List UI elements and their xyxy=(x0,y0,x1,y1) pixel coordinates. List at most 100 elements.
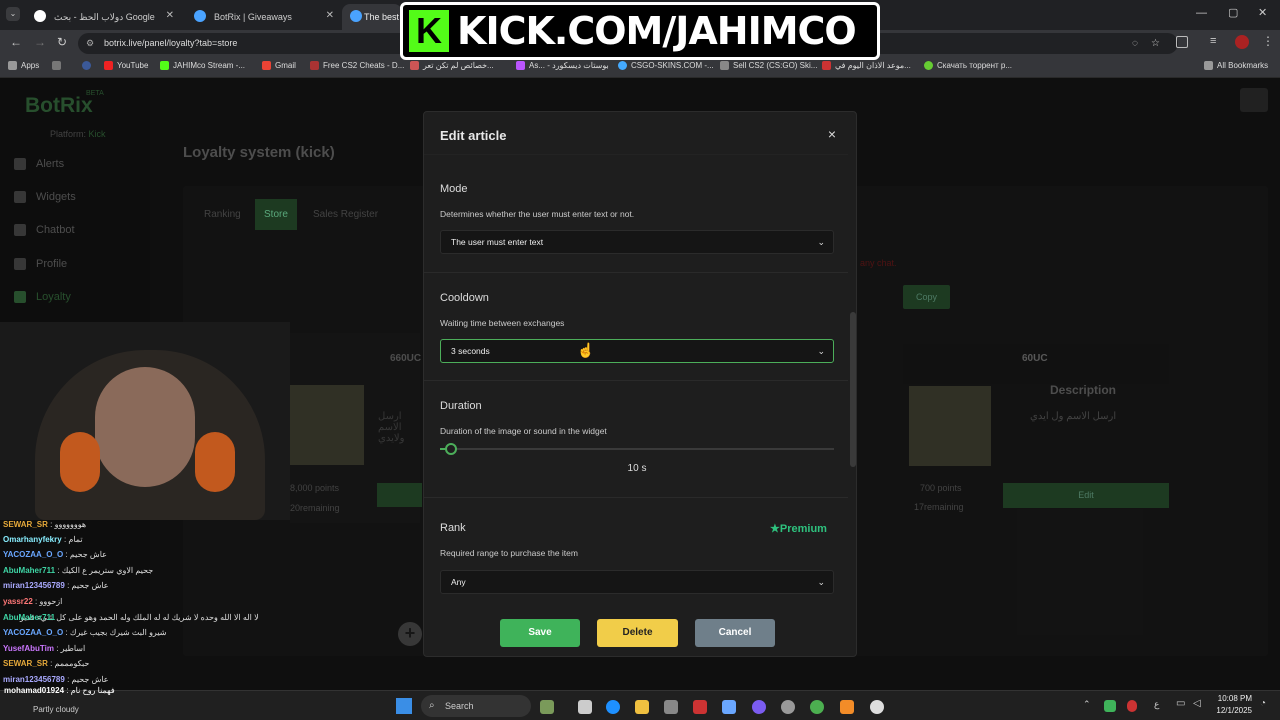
rank-select[interactable]: Any ⌄ xyxy=(440,570,834,594)
edge-icon[interactable] xyxy=(606,700,620,714)
chat-text: : اساطير xyxy=(56,644,86,653)
bookmark-cs2[interactable]: Free CS2 Cheats - D... xyxy=(310,61,404,70)
bookmark-torrent[interactable]: Скачать торрент p... xyxy=(924,61,1012,70)
torrent-icon xyxy=(924,61,933,70)
tab-title: دولاب الحظ - بحث Google xyxy=(54,11,155,22)
google-icon xyxy=(34,10,46,22)
bookmark-star-icon[interactable]: ☆ xyxy=(1151,33,1160,54)
volume-icon[interactable]: ◁ xyxy=(1193,698,1201,709)
forward-icon[interactable]: → xyxy=(34,35,46,49)
close-icon[interactable]: ✕ xyxy=(166,10,174,21)
bookmark-label: CSGO-SKINS.COM -... xyxy=(631,61,714,70)
settings-icon[interactable] xyxy=(870,700,884,714)
window-close-icon[interactable]: ✕ xyxy=(1258,6,1267,19)
chat-user: Omarhanyfekry xyxy=(3,535,62,544)
cooldown-select[interactable]: 3 seconds ⌄ xyxy=(440,339,834,363)
maximize-icon[interactable]: ▢ xyxy=(1228,6,1238,19)
app-icon[interactable] xyxy=(781,700,795,714)
chat-user: miran123456789 xyxy=(3,581,65,590)
chat-user: YusefAbuTim xyxy=(3,644,54,653)
chrome-icon[interactable] xyxy=(810,700,824,714)
modal-title: Edit article xyxy=(440,128,507,143)
chat-message: mohamad01924 : فهمنا روح نام xyxy=(4,686,115,695)
browser-tab-botrix-giveaways[interactable]: BotRix | Giveaways ✕ xyxy=(184,4,344,30)
close-icon[interactable]: ✕ xyxy=(326,10,334,21)
globe-icon xyxy=(618,61,627,70)
streamer-face xyxy=(95,367,195,487)
tab-list-icon[interactable]: ⌄ xyxy=(6,7,20,21)
taskbar-search[interactable]: ⌕ Search xyxy=(421,695,531,717)
close-icon[interactable]: × xyxy=(828,126,836,142)
chat-message: miran123456789 : عاش جحيم xyxy=(3,675,109,684)
language-indicator[interactable]: ع xyxy=(1154,699,1159,710)
notification-icon[interactable]: ◔ xyxy=(1260,698,1266,709)
back-icon[interactable]: ← xyxy=(10,35,22,49)
bookmark-jahimco[interactable]: JAHIMco Stream -... xyxy=(160,61,245,70)
reload-icon[interactable]: ↻ xyxy=(57,35,67,49)
bookmark-prayer[interactable]: موعد الاذان اليوم في... xyxy=(822,61,911,70)
mode-select[interactable]: The user must enter text ⌄ xyxy=(440,230,834,254)
chat-message: YusefAbuTim : اساطير xyxy=(3,644,85,653)
modal-scrollbar-thumb[interactable] xyxy=(850,312,856,467)
search-icon: ⌕ xyxy=(429,700,435,711)
bookmark-sell-cs2[interactable]: Sell CS2 (CS:GO) Ski... xyxy=(720,61,817,70)
chat-user: AbuMaher711 xyxy=(3,613,56,622)
rank-select-value: Any xyxy=(451,577,466,587)
delete-button[interactable]: Delete xyxy=(597,619,678,647)
bookmark-label: موعد الاذان اليوم في... xyxy=(835,61,911,70)
menu-icon[interactable]: ⋮ xyxy=(1262,34,1274,48)
bookmark-gmail[interactable]: Gmail xyxy=(262,61,296,70)
widgets-icon[interactable] xyxy=(540,700,554,714)
chat-message: Omarhanyfekry : تمام xyxy=(3,535,83,544)
all-bookmarks[interactable]: All Bookmarks xyxy=(1204,61,1268,70)
task-view-icon[interactable] xyxy=(578,700,592,714)
app-icon[interactable] xyxy=(664,700,678,714)
weather-text[interactable]: Partly cloudy xyxy=(33,705,79,714)
duration-slider-handle[interactable] xyxy=(445,443,457,455)
duration-slider-track[interactable] xyxy=(440,443,834,455)
bookmark-apps[interactable]: Apps xyxy=(8,61,39,70)
bookmark-csgo-skins[interactable]: CSGO-SKINS.COM -... xyxy=(618,61,714,70)
browser-tab-active[interactable]: The best xyxy=(342,4,402,30)
bookmark-label: Free CS2 Cheats - D... xyxy=(323,61,405,70)
bookmark-label: خصائص لم تكن تعر... xyxy=(423,61,494,70)
chat-text: : فهمنا روح نام xyxy=(66,686,115,695)
site-info-icon[interactable]: ⚙ xyxy=(86,33,94,54)
microphone-icon[interactable] xyxy=(1127,700,1137,712)
network-icon[interactable]: ▭ xyxy=(1176,698,1185,709)
facebook-icon[interactable] xyxy=(82,61,91,70)
webcam-overlay xyxy=(0,322,290,520)
tray-icon[interactable] xyxy=(1104,700,1116,712)
discord-icon[interactable] xyxy=(752,700,766,714)
url-text: botrix.live/panel/loyalty?tab=store xyxy=(104,38,238,48)
cancel-button[interactable]: Cancel xyxy=(695,619,775,647)
save-button[interactable]: Save xyxy=(500,619,580,647)
eye-off-icon[interactable]: ◌ xyxy=(1132,33,1138,54)
grid-icon[interactable] xyxy=(52,61,61,70)
site-icon xyxy=(720,61,729,70)
mode-description: Determines whether the user must enter t… xyxy=(440,209,635,219)
app-icon[interactable] xyxy=(840,700,854,714)
kick-url-text: KICK.COM/JAHIMCO xyxy=(457,9,857,53)
media-icon[interactable]: ≡ xyxy=(1210,35,1216,47)
rank-description: Required range to purchase the item xyxy=(440,548,578,558)
kick-icon xyxy=(160,61,169,70)
divider xyxy=(424,380,848,381)
windows-start-icon[interactable] xyxy=(396,698,412,714)
browser-tab-google[interactable]: دولاب الحظ - بحث Google ✕ xyxy=(24,4,184,30)
bookmark-youtube[interactable]: YouTube xyxy=(104,61,148,70)
file-explorer-icon[interactable] xyxy=(635,700,649,714)
bookmark-features[interactable]: خصائص لم تكن تعر... xyxy=(410,61,494,70)
site-icon xyxy=(822,61,831,70)
avatar[interactable] xyxy=(1235,35,1249,49)
chevron-up-icon[interactable]: ⌃ xyxy=(1083,699,1091,710)
steam-icon[interactable] xyxy=(722,700,736,714)
bookmark-discord[interactable]: As... - بوستات ديسكورد xyxy=(516,61,609,70)
minimize-icon[interactable]: — xyxy=(1196,7,1207,19)
youtube-icon xyxy=(104,61,113,70)
clock-time[interactable]: 10:08 PM xyxy=(1214,694,1252,703)
clock-date[interactable]: 12/1/2025 xyxy=(1214,706,1252,715)
extensions-icon[interactable] xyxy=(1176,36,1188,48)
game-icon[interactable] xyxy=(693,700,707,714)
bookmark-label: Gmail xyxy=(275,61,296,70)
